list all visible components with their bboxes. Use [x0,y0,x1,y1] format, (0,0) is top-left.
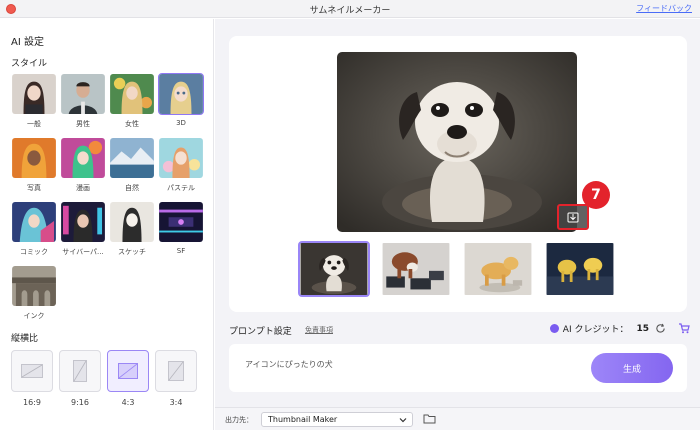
style-thumb [11,265,57,307]
ratio-label: 3:4 [169,398,183,407]
style-thumb [158,201,204,243]
output-label: 出力先： [225,416,253,424]
style-thumb [109,201,155,243]
refresh-icon[interactable] [655,323,666,334]
prompt-input[interactable] [245,360,565,369]
download-icon [567,212,579,223]
ratio-label: 16:9 [23,398,41,407]
style-thumb [11,137,57,179]
credit-icon [549,324,559,333]
style-section-title: スタイル [11,59,48,69]
style-thumb [109,73,155,115]
style-item-sketch[interactable]: スケッチ [109,201,155,257]
result-thumbnail[interactable] [462,241,534,297]
step-badge: 7 [582,181,610,209]
folder-icon [423,414,436,424]
style-item-ink[interactable]: インク [11,265,57,321]
style-label: サイバーパ... [62,248,104,256]
ratio-9-16[interactable]: 9:16 [59,350,101,407]
output-value: Thumbnail Maker [268,415,338,424]
style-thumb [109,137,155,179]
preview-card: 7 [229,36,687,312]
credit-value: 15 [636,323,649,334]
style-label: 漫画 [76,184,90,192]
chevron-down-icon [399,418,407,423]
app-title: サムネイルメーカー [309,6,391,16]
style-label: SF [176,247,186,255]
ratio-label: 4:3 [121,398,135,407]
style-label: 自然 [125,184,139,192]
prompt-card: 生成 [229,344,687,392]
style-thumb [60,201,106,243]
style-thumb [60,137,106,179]
style-item-comic[interactable]: コミック [11,201,57,257]
style-item-3d[interactable]: 3D [158,73,204,127]
credit-label: AI クレジット： [562,325,629,335]
style-item-manga[interactable]: 漫画 [60,137,106,193]
style-item-nature[interactable]: 自然 [109,137,155,193]
title-bar: サムネイルメーカー フィードバック [0,0,700,18]
style-label: 一般 [27,120,41,128]
ratio-4-3[interactable]: 4:3 [107,350,149,407]
style-thumb [158,137,204,179]
style-item-general[interactable]: 一般 [11,73,57,129]
style-item-pastel[interactable]: パステル [158,137,204,193]
style-label: 女性 [125,120,139,128]
ratio-box [107,350,149,392]
result-thumbnail[interactable] [298,241,370,297]
style-label: パステル [167,184,195,192]
ratio-box [59,350,101,392]
style-thumb [158,73,204,115]
ratio-3-4[interactable]: 3:4 [155,350,197,407]
ratio-16-9[interactable]: 16:9 [11,350,53,407]
ai-credit: AI クレジット： 15 [549,322,690,335]
ratio-box [11,350,53,392]
disclaimer-link[interactable]: 免責事項 [305,325,333,335]
ratio-box [155,350,197,392]
ratio-section-title: 縦横比 [11,334,39,344]
preview-image [337,52,577,232]
ratio-label: 9:16 [71,398,89,407]
footer-bar: 出力先： Thumbnail Maker [215,407,700,430]
feedback-link[interactable]: フィードバック [636,3,692,14]
style-item-cyberpunk[interactable]: サイバーパ... [60,201,106,257]
style-label: コミック [20,248,48,256]
style-label: スケッチ [118,248,146,256]
main-panel: 7 プロンプト設定 免責事項 AI クレジット： 15 生成 出力先： Thum… [215,19,700,430]
style-label: 男性 [76,120,90,128]
style-label: インク [23,312,45,320]
style-thumb [11,201,57,243]
style-item-photo[interactable]: 写真 [11,137,57,193]
style-label: 3D [176,119,186,127]
download-button[interactable] [557,204,589,230]
style-thumb [11,73,57,115]
sidebar-title: AI 設定 [11,37,44,48]
sidebar: AI 設定 スタイル 一般 男性 女性 3D 写真 漫画 自然 パステル コミッ… [0,19,214,430]
style-item-sf[interactable]: SF [158,201,204,255]
prompt-settings-title: プロンプト設定 [229,327,292,337]
folder-button[interactable] [423,413,436,427]
generate-button[interactable]: 生成 [591,353,673,383]
style-thumb [60,73,106,115]
cart-icon[interactable] [678,323,690,334]
style-label: 写真 [27,184,41,192]
output-select[interactable]: Thumbnail Maker [261,412,413,427]
style-item-female[interactable]: 女性 [109,73,155,129]
style-item-male[interactable]: 男性 [60,73,106,129]
result-thumbnail[interactable] [544,241,616,297]
result-thumbnail[interactable] [380,241,452,297]
